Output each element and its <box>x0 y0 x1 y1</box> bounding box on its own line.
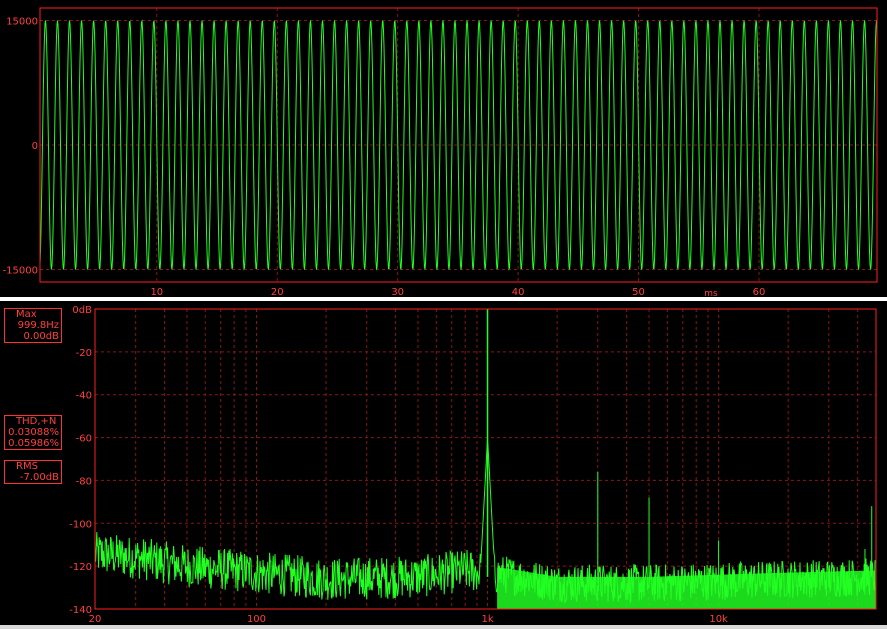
wave-y-tick: 0 <box>32 141 38 152</box>
spectrum-noise-fill <box>497 567 876 609</box>
spec-y-tick: 0dB <box>72 305 92 316</box>
max-readout: Max 999.8Hz 0.00dB <box>4 308 62 343</box>
spec-x-tick: 20 <box>89 614 102 625</box>
max-title: Max <box>16 309 37 320</box>
analyzer-window: 10 20 30 40 50 60 15000 0 -15000 ms 0dB -20 -40 -60 -… <box>0 0 887 629</box>
spec-y-tick: -80 <box>76 476 92 487</box>
rms-title: RMS <box>16 461 38 472</box>
spec-y-tick: -100 <box>69 519 92 530</box>
max-frequency: 999.8Hz <box>17 320 59 331</box>
rms-level: -7.00dB <box>19 472 59 483</box>
wave-y-tick: 15000 <box>6 16 38 27</box>
wave-x-tick: 10 <box>150 287 163 297</box>
wave-x-unit: ms <box>704 289 718 297</box>
thdn-value: 0.05986% <box>8 438 59 449</box>
rms-readout: RMS -7.00dB <box>4 460 62 484</box>
spectrum-plot: 0dB-20-40-60-80-100-120-14020 100 1k 10k <box>69 305 877 625</box>
thd-readout: THD,+N 0.03088% 0.05986% <box>4 415 62 450</box>
wave-y-tick: -15000 <box>3 266 38 277</box>
wave-x-tick: 30 <box>391 287 404 297</box>
max-level: 0.00dB <box>23 331 59 342</box>
window-bottom-edge <box>0 625 887 629</box>
wave-x-tick: 40 <box>512 287 525 297</box>
wave-x-tick: 20 <box>271 287 284 297</box>
spec-y-tick: -20 <box>76 348 92 359</box>
waveform-plot: 10 20 30 40 50 60 15000 0 -15000 ms <box>3 7 878 297</box>
wave-x-tick: 50 <box>632 287 645 297</box>
spec-x-tick: 10k <box>709 614 728 625</box>
wave-x-tick: 60 <box>753 287 766 297</box>
spec-y-tick: -120 <box>69 562 92 573</box>
waveform-trace <box>39 19 878 271</box>
spec-x-tick: 1k <box>481 614 493 625</box>
spec-x-tick: 100 <box>247 614 266 625</box>
thd-value: 0.03088% <box>8 427 59 438</box>
thd-title: THD,+N <box>16 416 57 427</box>
spec-y-tick: -60 <box>76 434 92 445</box>
spec-y-tick: -40 <box>76 391 92 402</box>
